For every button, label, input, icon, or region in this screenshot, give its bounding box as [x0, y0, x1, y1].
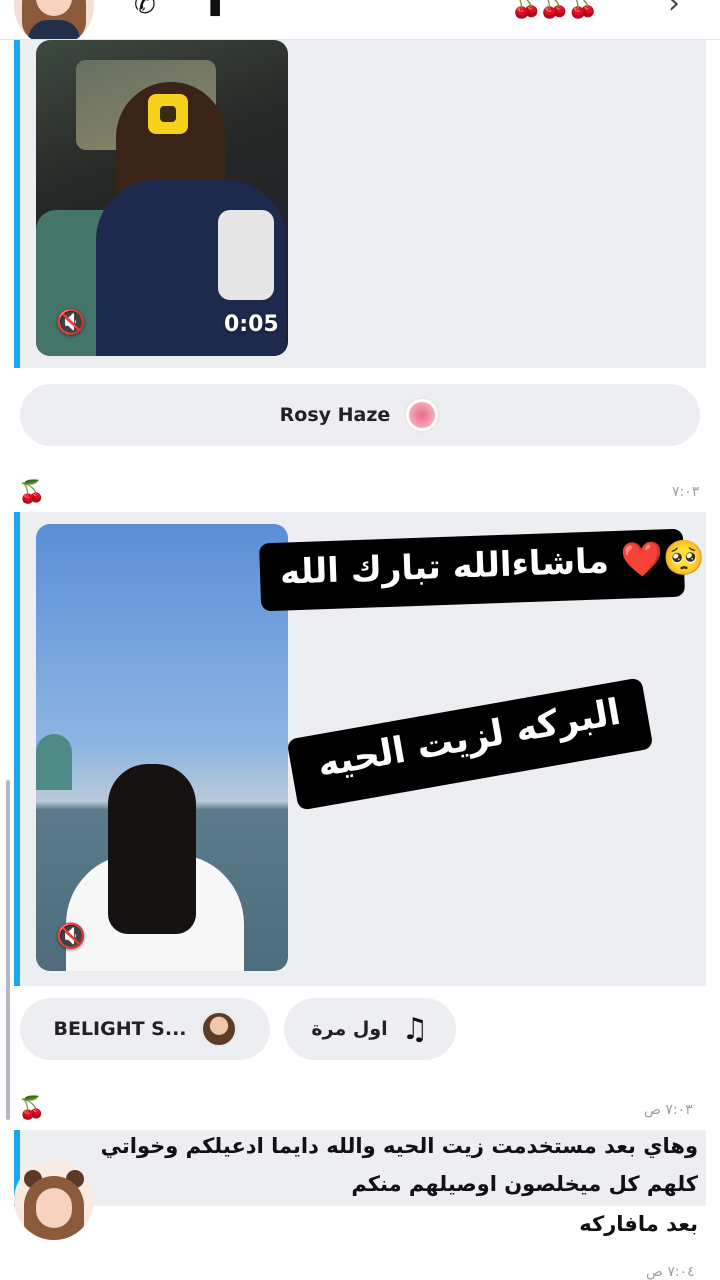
music-label: اول مرة	[311, 1018, 388, 1040]
sound-label: Rosy Haze	[279, 404, 391, 426]
phone-icon[interactable]: ✆	[134, 0, 156, 18]
video-snap-message: 🔇 0:05	[14, 40, 706, 368]
video-camera-icon[interactable]: ▮	[208, 0, 222, 18]
chat-header: ✆ ▮ 🍒🍒🍒 ›	[0, 0, 720, 40]
header-bitmoji-avatar[interactable]	[14, 0, 94, 39]
dome-building-graphic	[36, 734, 72, 790]
message-timestamp: ٧:٠٤ ص	[646, 1264, 695, 1280]
music-note-icon: ♫	[401, 1011, 429, 1047]
muted-speaker-icon[interactable]: 🔇	[56, 308, 86, 336]
sweater-graphic	[218, 210, 274, 300]
video-thumbnail[interactable]: 🔇 0:05	[36, 40, 288, 356]
sender-cherry-icon: 🍒	[18, 480, 46, 505]
music-chip[interactable]: اول مرة ♫	[284, 998, 456, 1060]
creator-label: BELIGHT S...	[53, 1018, 187, 1040]
message-text-line: وهاي بعد مستخدمت زيت الحيه والله دايما ا…	[100, 1134, 698, 1158]
creator-chip[interactable]: BELIGHT S...	[20, 998, 270, 1060]
scrollbar[interactable]	[6, 780, 10, 1120]
video-thumbnail[interactable]: 🔇	[36, 524, 288, 971]
friend-bitmoji-avatar[interactable]	[14, 1160, 94, 1240]
avatar-face	[36, 1188, 72, 1228]
message-timestamp: ٧:٠٣	[672, 484, 700, 500]
sound-chip-rosy-haze[interactable]: Rosy Haze	[20, 384, 700, 446]
cherries-icon: 🍒🍒🍒	[510, 0, 599, 20]
person-hair-graphic	[108, 764, 196, 934]
message-timestamp: ٧:٠٣ ص	[644, 1102, 693, 1118]
rose-icon	[404, 397, 441, 433]
video-duration: 0:05	[224, 312, 279, 337]
bitmoji-qr-sticker	[148, 94, 188, 134]
muted-speaker-icon[interactable]: 🔇	[56, 922, 86, 950]
creator-avatar	[200, 1011, 237, 1047]
chat-feed[interactable]: 🔇 0:05 Rosy Haze 🍒 ٧:٠٣ 🔇 ماشاءالله تبار…	[0, 40, 720, 1280]
chevron-icon[interactable]: ›	[668, 0, 680, 21]
message-text-line: كلهم كل ميخلصون اوصيلهم منكم	[351, 1172, 698, 1196]
sender-cherry-icon: 🍒	[18, 1096, 46, 1121]
message-text-line: بعد مافاركه	[579, 1212, 698, 1236]
